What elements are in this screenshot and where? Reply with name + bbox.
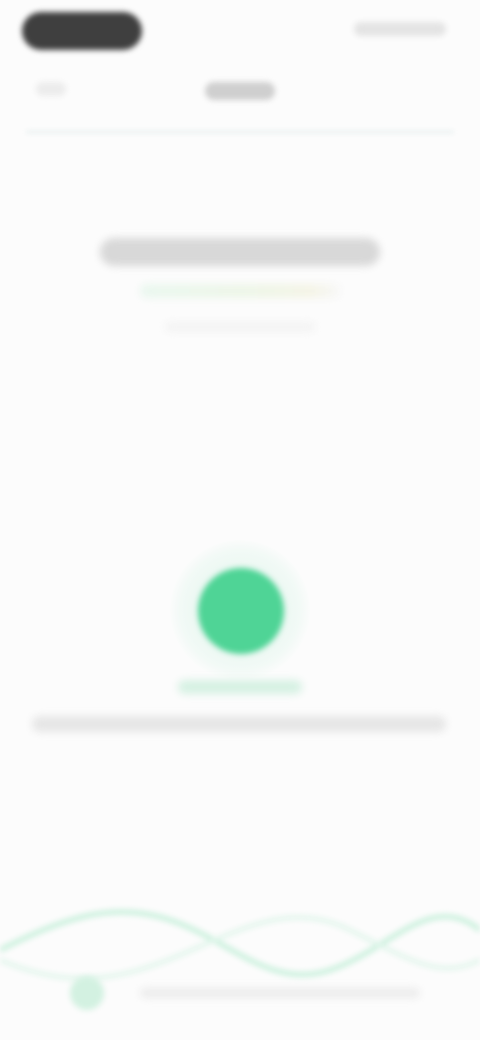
header [0,64,480,134]
screen [0,0,480,1040]
device-detail [165,322,315,332]
connection-description [32,716,446,732]
connection-dot-icon[interactable] [198,568,284,654]
footer-text [140,988,420,998]
header-divider [26,130,454,134]
device-name [100,238,380,266]
footer-dot-icon [70,976,104,1010]
device-subtitle [140,284,340,298]
status-indicators [354,22,446,36]
back-button[interactable] [36,82,66,96]
status-time-pill [22,12,142,50]
connection-status-label [178,680,302,694]
page-title [205,82,275,100]
wave-line-1 [0,909,480,978]
status-bar [0,0,480,64]
wave-decoration [0,909,480,981]
